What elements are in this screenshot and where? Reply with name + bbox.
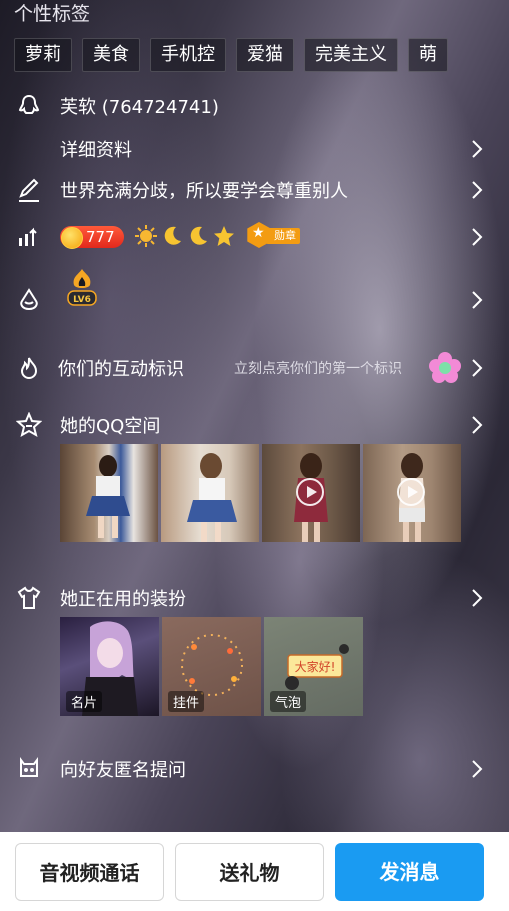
lv6-text: LV6 xyxy=(73,295,91,305)
chevron-right-icon xyxy=(470,587,484,609)
sun-icon xyxy=(134,224,158,248)
chevron-right-icon xyxy=(470,758,484,780)
name-row[interactable]: 芙软 (764724741) xyxy=(0,92,509,120)
tshirt-icon xyxy=(16,585,42,611)
outfit-card-bubble[interactable]: 大家好! 气泡 xyxy=(264,617,363,716)
star-icon xyxy=(212,224,236,248)
chevron-right-icon xyxy=(470,357,484,379)
qzone-photo[interactable] xyxy=(60,444,158,542)
signature-text: 世界充满分歧，所以要学会尊重别人 xyxy=(60,181,348,202)
moon-icon xyxy=(160,224,184,248)
outfit-cards: 名片 挂件 大家好! 气泡 xyxy=(60,617,363,716)
video-call-button[interactable]: 音视频通话 xyxy=(15,843,164,901)
tag-item[interactable]: 萌 xyxy=(408,38,448,72)
flame-icon xyxy=(16,355,42,381)
medal-badge[interactable]: 勋章 ★ xyxy=(246,222,304,248)
flower-icon xyxy=(428,351,462,385)
tag-item[interactable]: 萝莉 xyxy=(14,38,72,72)
chevron-right-icon xyxy=(470,138,484,160)
qzone-label: 她的QQ空间 xyxy=(60,416,161,437)
tag-list: 萝莉 美食 手机控 爱猫 完美主义 萌 xyxy=(14,38,448,72)
signature-row[interactable]: 世界充满分歧，所以要学会尊重别人 xyxy=(0,177,509,203)
lv6-badge-icon: LV6 xyxy=(64,267,100,309)
outfit-card-label: 气泡 xyxy=(270,691,307,712)
bubble-sample-text: 大家好! xyxy=(295,659,336,674)
level-points: 777 xyxy=(86,228,115,246)
chevron-right-icon xyxy=(470,414,484,436)
pencil-icon xyxy=(16,177,42,203)
outfit-card-label: 名片 xyxy=(66,691,103,712)
outfit-card-label: 挂件 xyxy=(168,691,205,712)
coin-icon xyxy=(61,227,83,249)
chevron-right-icon xyxy=(470,179,484,201)
qzone-photo[interactable] xyxy=(161,444,259,542)
tag-item[interactable]: 手机控 xyxy=(150,38,226,72)
interaction-hint: 立刻点亮你们的第一个标识 xyxy=(234,361,402,377)
vip-bell-icon xyxy=(16,287,42,313)
profile-name: 芙软 (764724741) xyxy=(60,97,219,118)
level-points-badge: 777 xyxy=(60,226,124,249)
interaction-label: 你们的互动标识 xyxy=(58,359,184,380)
qq-penguin-icon xyxy=(16,93,42,119)
qzone-video[interactable] xyxy=(262,444,360,542)
tag-item[interactable]: 完美主义 xyxy=(304,38,398,72)
tag-item[interactable]: 美食 xyxy=(82,38,140,72)
details-label: 详细资料 xyxy=(60,140,132,161)
send-gift-button[interactable]: 送礼物 xyxy=(175,843,324,901)
anonymous-question-row[interactable]: 向好友匿名提问 xyxy=(0,756,509,782)
cat-icon xyxy=(16,756,42,782)
chevron-right-icon xyxy=(470,289,484,311)
interaction-row[interactable]: 你们的互动标识 立刻点亮你们的第一个标识 xyxy=(0,352,509,383)
tag-item[interactable]: 爱猫 xyxy=(236,38,294,72)
qzone-photos xyxy=(60,444,461,542)
tags-section-title: 个性标签 xyxy=(14,3,91,25)
send-message-button[interactable]: 发消息 xyxy=(335,843,484,901)
moon-icon xyxy=(186,224,210,248)
profile-content: 个性标签 萝莉 美食 手机控 爱猫 完美主义 萌 芙软 (764724741) … xyxy=(0,0,509,832)
outfit-card-namecard[interactable]: 名片 xyxy=(60,617,159,716)
level-row[interactable]: 777 勋章 ★ xyxy=(0,222,509,250)
anonymous-question-label: 向好友匿名提问 xyxy=(60,760,186,781)
play-icon xyxy=(397,478,425,506)
qzone-video[interactable] xyxy=(363,444,461,542)
medal-label: 勋章 xyxy=(266,228,300,244)
medal-star-icon: ★ xyxy=(252,225,265,241)
qzone-row[interactable]: 她的QQ空间 xyxy=(0,411,509,438)
play-icon xyxy=(296,478,324,506)
bottom-action-bar: 音视频通话 送礼物 发消息 xyxy=(0,832,509,911)
chevron-right-icon xyxy=(470,226,484,248)
vip-row[interactable]: LV6 xyxy=(0,269,509,313)
outfit-row[interactable]: 她正在用的装扮 xyxy=(0,585,509,611)
level-chart-icon xyxy=(16,224,42,250)
star-outline-icon xyxy=(15,411,43,438)
outfit-card-pendant[interactable]: 挂件 xyxy=(162,617,261,716)
outfit-label: 她正在用的装扮 xyxy=(60,589,186,610)
details-row[interactable]: 详细资料 xyxy=(0,136,509,162)
